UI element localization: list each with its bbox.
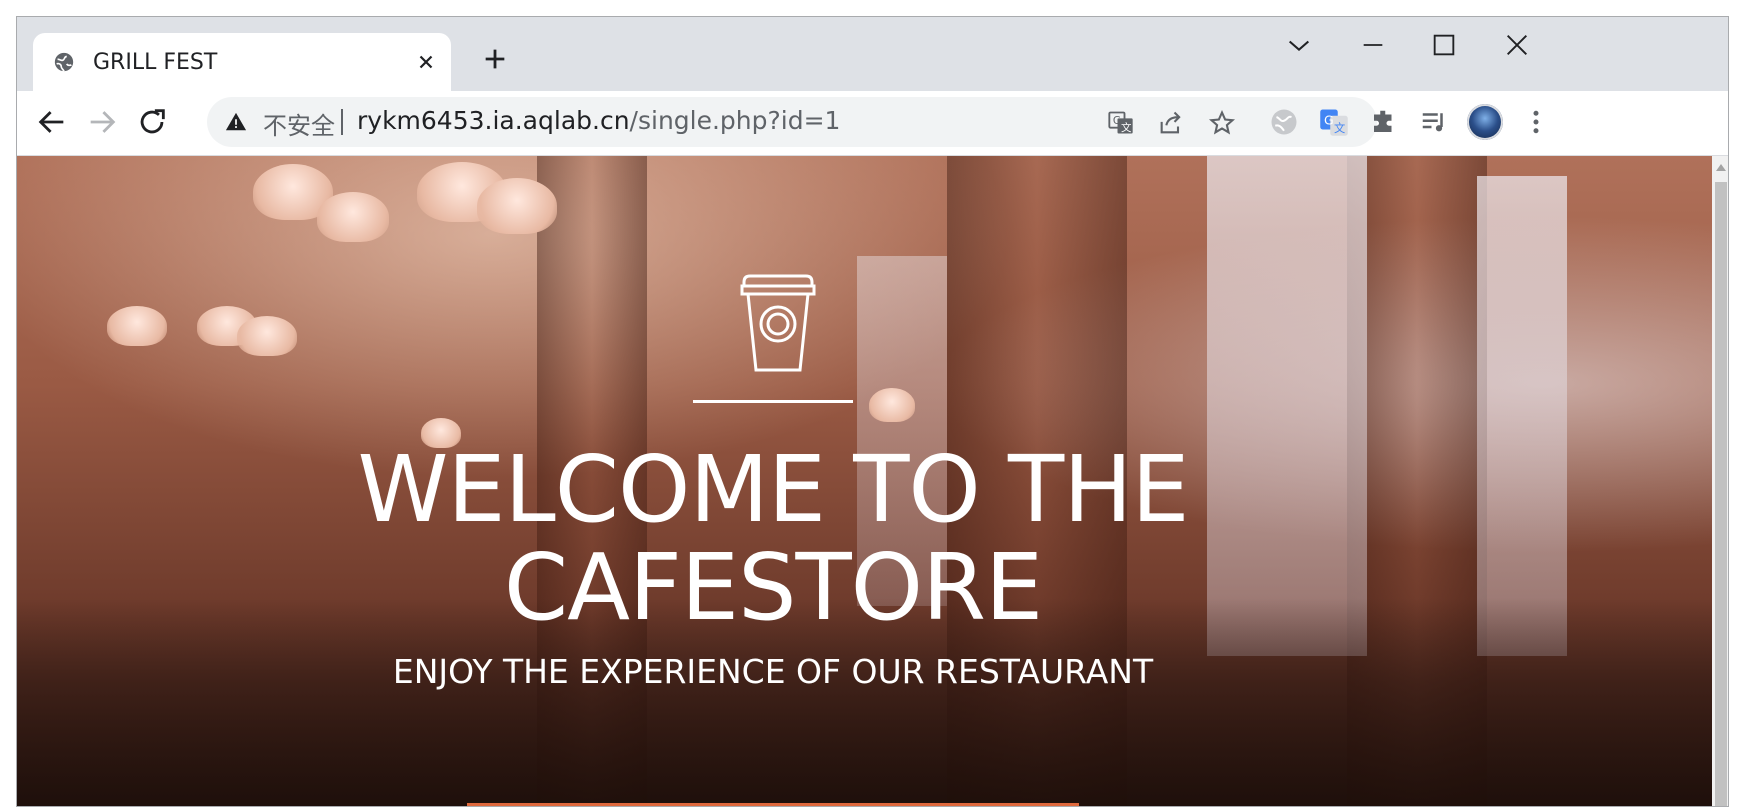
- url-host: rykm6453.ia.aqlab.cn: [357, 106, 630, 135]
- tab-title: GRILL FEST: [93, 50, 218, 75]
- hero-section: WELCOME TO THE CAFESTORE ENJOY THE EXPER…: [17, 156, 1712, 806]
- accent-bar: [467, 803, 1079, 806]
- extension-globe-icon[interactable]: [1269, 107, 1299, 137]
- warning-triangle-icon[interactable]: [225, 111, 247, 133]
- browser-window: GRILL FEST 不安全 rykm6453.ia.aqlab.cn/sing…: [16, 16, 1729, 807]
- hero-title-line1: WELCOME TO THE: [357, 436, 1189, 543]
- new-tab-plus-icon[interactable]: [481, 45, 509, 73]
- chandelier-lamp: [237, 316, 297, 356]
- back-arrow-icon[interactable]: [35, 105, 69, 139]
- bookmark-star-icon[interactable]: [1208, 109, 1236, 137]
- media-queue-icon[interactable]: [1419, 107, 1449, 137]
- scroll-thumb[interactable]: [1715, 182, 1727, 806]
- chandelier-lamp: [477, 178, 557, 234]
- svg-text:文: 文: [1121, 121, 1132, 134]
- hero-subtitle: ENJOY THE EXPERIENCE OF OUR RESTAURANT: [392, 652, 1154, 691]
- url-path: /single.php?id=1: [629, 106, 841, 135]
- page-scrollbar[interactable]: [1712, 156, 1728, 806]
- share-icon[interactable]: [1157, 109, 1185, 137]
- omnibox-divider: [341, 109, 343, 135]
- translate-icon[interactable]: G 文: [1107, 109, 1135, 137]
- tab-strip: GRILL FEST: [17, 17, 1728, 91]
- minimize-icon[interactable]: [1359, 31, 1387, 59]
- chandelier-lamp: [317, 192, 389, 242]
- url-text[interactable]: rykm6453.ia.aqlab.cn/single.php?id=1: [357, 106, 840, 135]
- hero-title-line2: CAFESTORE: [503, 534, 1043, 641]
- globe-icon: [54, 52, 74, 72]
- chandelier-lamp: [869, 388, 915, 422]
- svg-text:G: G: [1113, 115, 1121, 127]
- not-secure-label[interactable]: 不安全: [263, 106, 335, 141]
- extensions-puzzle-icon[interactable]: [1369, 107, 1399, 137]
- svg-text:文: 文: [1334, 121, 1345, 135]
- tab-search-chevron-icon[interactable]: [1285, 31, 1313, 59]
- coffee-cup-icon: [740, 274, 816, 372]
- address-bar[interactable]: 不安全 rykm6453.ia.aqlab.cn/single.php?id=1…: [207, 97, 1377, 147]
- chandelier-lamp: [107, 306, 167, 346]
- maximize-icon[interactable]: [1430, 31, 1458, 59]
- profile-avatar[interactable]: [1467, 104, 1503, 140]
- hero-title: WELCOME TO THE CAFESTORE: [17, 441, 1529, 637]
- more-vertical-icon[interactable]: [1521, 107, 1551, 137]
- browser-toolbar: 不安全 rykm6453.ia.aqlab.cn/single.php?id=1…: [17, 91, 1728, 156]
- google-translate-icon[interactable]: G 文: [1319, 107, 1349, 137]
- reload-icon[interactable]: [135, 105, 169, 139]
- close-window-icon[interactable]: [1503, 31, 1531, 59]
- close-tab-icon[interactable]: [415, 51, 437, 73]
- forward-arrow-icon[interactable]: [85, 105, 119, 139]
- tab-grill-fest[interactable]: GRILL FEST: [33, 33, 451, 91]
- scroll-up-arrow-icon[interactable]: [1716, 164, 1726, 171]
- svg-text:G: G: [1324, 113, 1334, 128]
- hero-divider: [693, 400, 853, 403]
